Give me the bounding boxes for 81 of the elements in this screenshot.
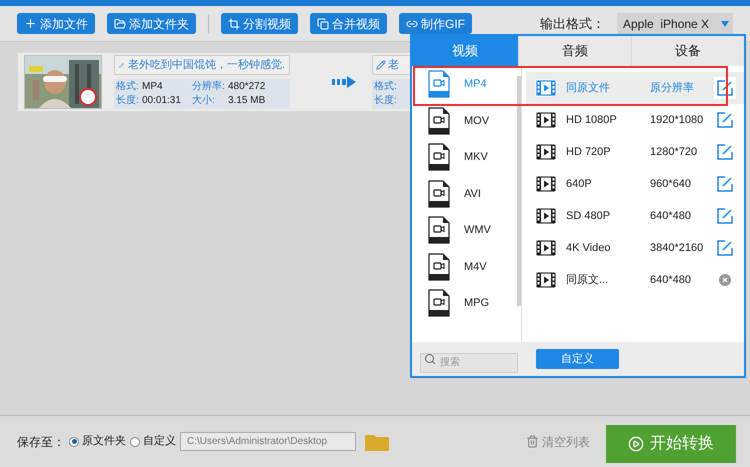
info-value: MP4 bbox=[142, 80, 164, 94]
format-item[interactable]: WMV bbox=[412, 212, 521, 248]
film-icon bbox=[536, 144, 556, 160]
radio-option[interactable]: 自定义 bbox=[130, 433, 176, 450]
film-icon bbox=[536, 208, 556, 224]
search-icon bbox=[424, 353, 436, 365]
output-format-label: 输出格式： bbox=[540, 14, 605, 33]
toolbar-button[interactable]: 分割视频 bbox=[221, 13, 298, 34]
output-format-dropdown[interactable]: Apple iPhone X bbox=[617, 12, 733, 34]
toolbar-button[interactable]: 制作GIF bbox=[399, 13, 472, 34]
preset-resolution: 原分辨率 bbox=[650, 80, 695, 96]
info-value: 3.15 MB bbox=[228, 94, 266, 108]
preset-name: HD 1080P bbox=[566, 112, 618, 128]
info-label: 长度: bbox=[374, 94, 398, 108]
video-file-icon bbox=[428, 252, 450, 281]
film-icon bbox=[536, 240, 556, 256]
preset-name: HD 720P bbox=[566, 144, 612, 160]
custom-button[interactable]: 自定义 bbox=[536, 349, 619, 369]
toolbar-button[interactable]: 合并视频 bbox=[310, 13, 387, 34]
film-icon bbox=[536, 80, 556, 96]
preset-name: 4K Video bbox=[566, 240, 612, 256]
format-item[interactable]: AVI bbox=[412, 176, 521, 212]
film-icon bbox=[536, 176, 556, 192]
pencil-icon bbox=[376, 60, 386, 70]
info-label: 分辨率: bbox=[192, 80, 226, 94]
video-file-icon bbox=[428, 106, 450, 135]
toolbar-button[interactable]: 添加文件 bbox=[17, 13, 95, 34]
preset-resolution: 1920*1080 bbox=[650, 112, 704, 128]
plus-icon bbox=[24, 17, 37, 30]
search-field[interactable]: 搜索 bbox=[420, 352, 518, 372]
video-file-icon bbox=[428, 216, 450, 244]
format-item[interactable]: MKV bbox=[412, 139, 521, 176]
preset-name: SD 480P bbox=[566, 208, 612, 224]
scrollbar[interactable] bbox=[517, 76, 521, 306]
video-file-icon bbox=[428, 180, 450, 208]
preset-resolution: 640*480 bbox=[650, 208, 692, 224]
folder-icon bbox=[114, 18, 126, 30]
popup-tab[interactable]: 视频 bbox=[412, 36, 518, 66]
save-to-label: 保存至： bbox=[17, 434, 65, 450]
play-icon bbox=[628, 436, 644, 452]
preset-row[interactable]: HD 720P 1280*720 bbox=[526, 136, 744, 168]
preset-row[interactable]: 同原文... 640*480 bbox=[526, 264, 744, 296]
crop-icon bbox=[228, 18, 240, 30]
preset-name: 同原文件 bbox=[566, 80, 611, 96]
preset-row[interactable]: SD 480P 640*480 bbox=[526, 200, 744, 232]
preset-row[interactable]: 4K Video 3840*2160 bbox=[526, 232, 744, 264]
format-item[interactable]: MPG bbox=[412, 285, 521, 322]
radio-button[interactable] bbox=[130, 436, 140, 446]
dropdown-arrow-icon bbox=[721, 20, 729, 26]
film-icon bbox=[536, 272, 556, 288]
info-label: 格式: bbox=[374, 80, 398, 94]
radio-button[interactable] bbox=[69, 436, 79, 446]
popup-tab[interactable]: 音频 bbox=[518, 36, 631, 66]
preset-resolution: 960*640 bbox=[650, 176, 692, 192]
path-field[interactable]: C:\Users\Administrator\Desktop bbox=[180, 432, 356, 451]
toolbar-button[interactable]: 添加文件夹 bbox=[107, 13, 196, 34]
radio-option[interactable]: 原文件夹 bbox=[69, 433, 126, 450]
info-value: 480*272 bbox=[228, 80, 266, 94]
arrow-right-icon bbox=[332, 76, 356, 88]
video-file-icon bbox=[428, 289, 450, 318]
video-file-icon bbox=[428, 70, 450, 98]
title-field[interactable]: 老外吃到中国馄饨，一秒钟感觉. bbox=[114, 55, 290, 75]
preset-resolution: 3840*2160 bbox=[650, 240, 704, 256]
copy-icon bbox=[317, 18, 329, 30]
preset-resolution: 640*480 bbox=[650, 272, 692, 288]
popup-tab[interactable]: 设备 bbox=[631, 36, 744, 66]
format-item[interactable]: M4V bbox=[412, 248, 521, 285]
info-label: 大小: bbox=[192, 94, 216, 108]
info-label: 格式: bbox=[116, 80, 140, 94]
output-title-field[interactable]: 老 bbox=[372, 55, 412, 75]
info-value: 00:01:31 bbox=[142, 94, 182, 108]
video-file-icon bbox=[428, 143, 450, 172]
film-icon bbox=[536, 112, 556, 128]
delete-icon[interactable] bbox=[719, 274, 731, 286]
info-label: 长度: bbox=[116, 94, 140, 108]
preset-row[interactable]: 640P 960*640 bbox=[526, 168, 744, 200]
preset-name: 同原文... bbox=[566, 272, 610, 288]
preset-name: 640P bbox=[566, 176, 593, 192]
trash-icon bbox=[526, 435, 539, 448]
edit-icon[interactable] bbox=[714, 77, 736, 99]
preset-resolution: 1280*720 bbox=[650, 144, 698, 160]
